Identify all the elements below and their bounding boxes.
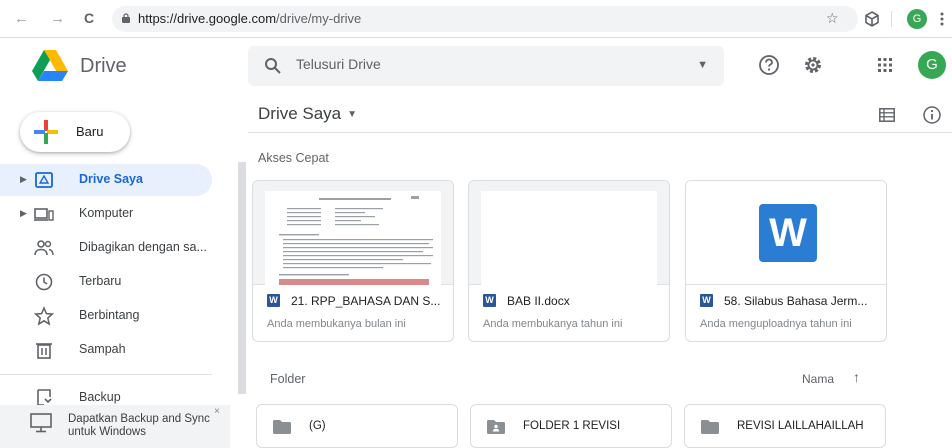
word-logo-icon: W	[759, 204, 817, 262]
sidebar-item-label: Berbintang	[79, 308, 140, 322]
bookmark-star-icon[interactable]: ☆	[826, 10, 839, 27]
sidebar-item-label: Komputer	[79, 206, 134, 220]
folder-icon	[701, 420, 719, 434]
file-activity: Anda membukanya tahun ini	[483, 318, 623, 330]
shared-folder-icon	[487, 420, 505, 434]
file-name: BAB II.docx	[507, 294, 570, 308]
quick-access-card[interactable]: W BAB II.docx Anda membukanya tahun ini	[468, 180, 670, 342]
sidebar-item-label: Backup	[79, 390, 121, 404]
star-icon	[34, 306, 54, 326]
toolbar-separator	[891, 11, 892, 27]
folder-name: REVISI LAILLAHAILLAH	[737, 420, 864, 432]
sidebar-divider	[0, 374, 212, 375]
clock-icon	[35, 273, 53, 291]
chevron-down-icon[interactable]: ▼	[347, 109, 357, 120]
sidebar-item-my-drive[interactable]: ▶ Drive Saya	[0, 164, 212, 196]
file-name: 58. Silabus Bahasa Jerm...	[724, 294, 868, 308]
sidebar-item-trash[interactable]: Sampah	[0, 334, 212, 366]
document-preview	[481, 191, 657, 285]
sidebar-item-computers[interactable]: ▶ Komputer	[0, 198, 212, 230]
page-title[interactable]: Drive Saya ▼	[258, 104, 357, 124]
expand-arrow-icon[interactable]: ▶	[20, 208, 27, 219]
folder-name: (G)	[309, 420, 326, 432]
folder-item[interactable]: REVISI LAILLAHAILLAH	[684, 404, 886, 448]
monitor-icon	[30, 413, 52, 433]
new-button-label: Baru	[76, 124, 104, 139]
drive-logo-icon[interactable]	[32, 50, 68, 82]
word-file-icon: W	[483, 294, 496, 307]
backup-sync-promo[interactable]: Dapatkan Backup and Sync untuk Windows ×	[0, 405, 230, 448]
expand-arrow-icon[interactable]: ▶	[20, 174, 27, 185]
quick-access-card[interactable]: W W 58. Silabus Bahasa Jerm... Anda meng…	[685, 180, 887, 342]
folder-icon	[273, 420, 291, 434]
list-view-icon[interactable]	[879, 108, 895, 122]
quick-access-card[interactable]: W 21. RPP_BAHASA DAN S... Anda membukany…	[252, 180, 454, 342]
settings-gear-icon[interactable]	[802, 54, 824, 76]
help-icon[interactable]	[758, 54, 780, 76]
lock-icon	[122, 13, 130, 23]
sidebar-item-label: Sampah	[79, 342, 126, 356]
folder-item[interactable]: (G)	[256, 404, 458, 448]
document-preview	[265, 191, 441, 285]
forward-button[interactable]: →	[50, 10, 65, 27]
reload-button[interactable]: C	[84, 10, 94, 26]
browser-menu-icon[interactable]	[940, 11, 944, 27]
new-button[interactable]: Baru	[20, 112, 130, 152]
sidebar-item-starred[interactable]: Berbintang	[0, 300, 212, 332]
sidebar-item-label: Drive Saya	[79, 172, 143, 186]
search-bar[interactable]: ▼	[248, 46, 724, 86]
file-activity: Anda menguploadnya tahun ini	[700, 318, 852, 330]
file-activity: Anda membukanya bulan ini	[267, 318, 406, 330]
app-name: Drive	[80, 55, 127, 77]
folder-name: FOLDER 1 REVISI	[523, 420, 621, 432]
my-drive-icon	[35, 172, 53, 188]
address-bar[interactable]: https://drive.google.com/drive/my-drive	[112, 6, 858, 32]
sidebar-item-recent[interactable]: Terbaru	[0, 266, 212, 298]
folder-section-label: Folder	[270, 372, 306, 386]
file-thumbnail	[253, 181, 453, 285]
sidebar-item-label: Terbaru	[79, 274, 122, 288]
sort-direction-arrow-icon[interactable]: ↑	[853, 369, 860, 385]
extension-cube-icon[interactable]	[864, 11, 880, 27]
word-file-icon: W	[267, 294, 280, 307]
word-file-icon: W	[700, 294, 713, 307]
file-thumbnail: W	[686, 181, 886, 285]
sort-by-name-button[interactable]: Nama	[802, 372, 834, 386]
promo-text: Dapatkan Backup and Sync untuk Windows	[68, 413, 210, 438]
file-name: 21. RPP_BAHASA DAN S...	[291, 294, 441, 308]
file-thumbnail	[469, 181, 669, 285]
search-options-icon[interactable]: ▼	[697, 59, 708, 71]
shared-icon	[34, 240, 54, 256]
header-divider	[248, 132, 952, 133]
sidebar-item-shared[interactable]: Dibagikan dengan sa...	[0, 232, 212, 264]
back-button[interactable]: ←	[14, 10, 29, 27]
info-icon[interactable]	[922, 105, 942, 125]
quick-access-label: Akses Cepat	[258, 151, 329, 165]
sidebar-item-label: Dibagikan dengan sa...	[79, 240, 207, 254]
browser-toolbar: ← → C https://drive.google.com/drive/my-…	[0, 0, 952, 38]
plus-icon	[34, 120, 58, 144]
folder-item[interactable]: FOLDER 1 REVISI	[470, 404, 672, 448]
search-icon[interactable]	[264, 57, 282, 75]
apps-grid-icon[interactable]	[878, 58, 892, 72]
computer-icon	[34, 208, 54, 221]
browser-profile-avatar[interactable]: G	[907, 9, 927, 29]
close-icon[interactable]: ×	[214, 406, 220, 417]
search-input[interactable]	[296, 56, 676, 72]
sidebar-scrollbar[interactable]	[238, 162, 246, 394]
account-avatar[interactable]: G	[918, 51, 946, 79]
url-text: https://drive.google.com/drive/my-drive	[138, 11, 362, 26]
trash-icon	[36, 343, 52, 359]
